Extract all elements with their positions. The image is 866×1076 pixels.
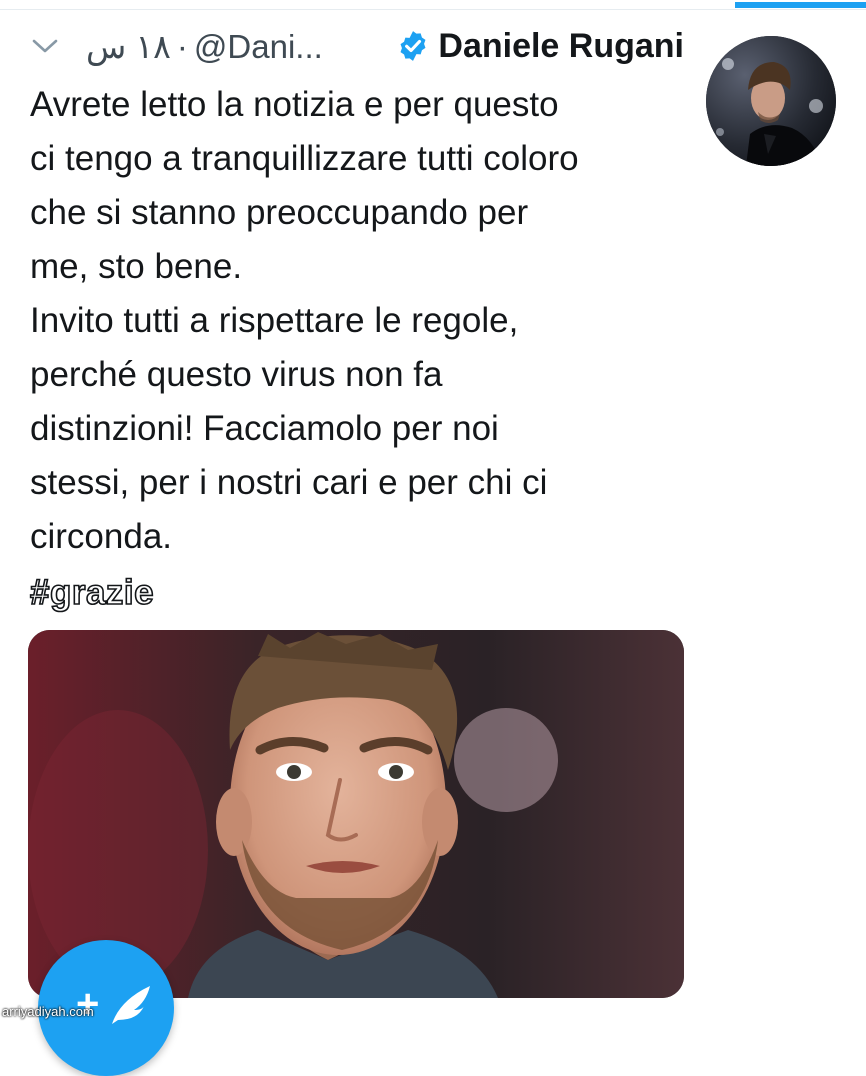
tweet-text-line: stessi, per i nostri cari e per chi ci (30, 463, 548, 502)
chevron-down-icon[interactable] (30, 36, 60, 56)
tweet-author[interactable]: Daniele Rugani (396, 27, 684, 66)
hashtag-link[interactable]: #grazie (29, 566, 154, 620)
tweet-card[interactable]: ١٨ س · @Dani... Daniele Rugani Avrete le… (0, 10, 866, 1024)
tweet-header-left: ١٨ س · @Dani... (30, 27, 323, 66)
feather-icon (106, 980, 156, 1030)
display-name[interactable]: Daniele Rugani (438, 27, 684, 66)
tweet-text-line: ci tengo a tranquillizzare tutti coloro (30, 139, 579, 178)
tweet-text: Avrete letto la notizia e per questo ci … (29, 78, 700, 620)
tweet-text-line: Invito tutti a rispettare le regole, (30, 301, 519, 340)
tweet-meta: ١٨ س · @Dani... (86, 27, 323, 66)
tweet-text-line: distinzioni! Facciamolo per noi (30, 409, 499, 448)
tweet-text-line: me, sto bene. (30, 247, 243, 286)
tweet-text-line: circonda. (30, 517, 173, 556)
meta-separator: · (176, 27, 188, 65)
tweet-text-line: Avrete letto la notizia e per questo (30, 85, 559, 124)
user-handle[interactable]: @Dani... (194, 28, 323, 65)
tweet-time[interactable]: ١٨ س (86, 28, 171, 65)
watermark: arriyadiyah.com (2, 1004, 94, 1019)
tab-indicator (735, 2, 866, 8)
tweet-text-line: che si stanno preoccupando per (30, 193, 529, 232)
verified-badge-icon (396, 29, 430, 63)
tweet-header: ١٨ س · @Dani... Daniele Rugani (30, 22, 684, 70)
avatar[interactable] (706, 36, 836, 166)
tweet-text-line: perché questo virus non fa (30, 355, 443, 394)
